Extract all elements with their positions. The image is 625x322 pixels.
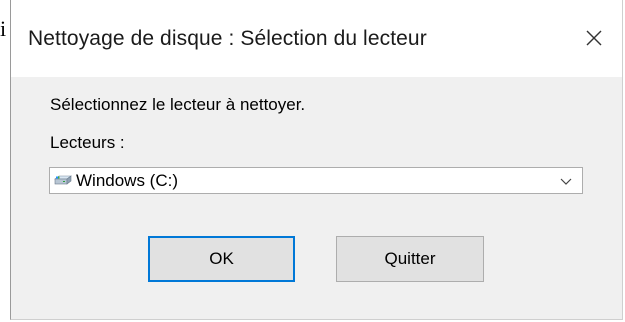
- drive-icon: [54, 174, 74, 188]
- ok-button[interactable]: OK: [148, 236, 295, 282]
- window-title: Nettoyage de disque : Sélection du lecte…: [28, 27, 427, 50]
- close-icon: [586, 30, 602, 46]
- screen: i Nettoyage de disque : Sélection du lec…: [0, 0, 625, 322]
- drive-selection-dialog: Nettoyage de disque : Sélection du lecte…: [10, 0, 623, 320]
- background-text-fragment: i: [0, 16, 7, 41]
- drive-dropdown[interactable]: Windows (C:): [49, 167, 583, 194]
- quit-button[interactable]: Quitter: [336, 236, 484, 282]
- drives-label: Lecteurs :: [50, 133, 125, 152]
- instruction-text: Sélectionnez le lecteur à nettoyer.: [50, 95, 306, 114]
- chevron-down-icon: [560, 178, 572, 185]
- selected-drive-value: Windows (C:): [76, 170, 179, 190]
- close-button[interactable]: [576, 22, 612, 54]
- title-bar: Nettoyage de disque : Sélection du lecte…: [11, 0, 622, 77]
